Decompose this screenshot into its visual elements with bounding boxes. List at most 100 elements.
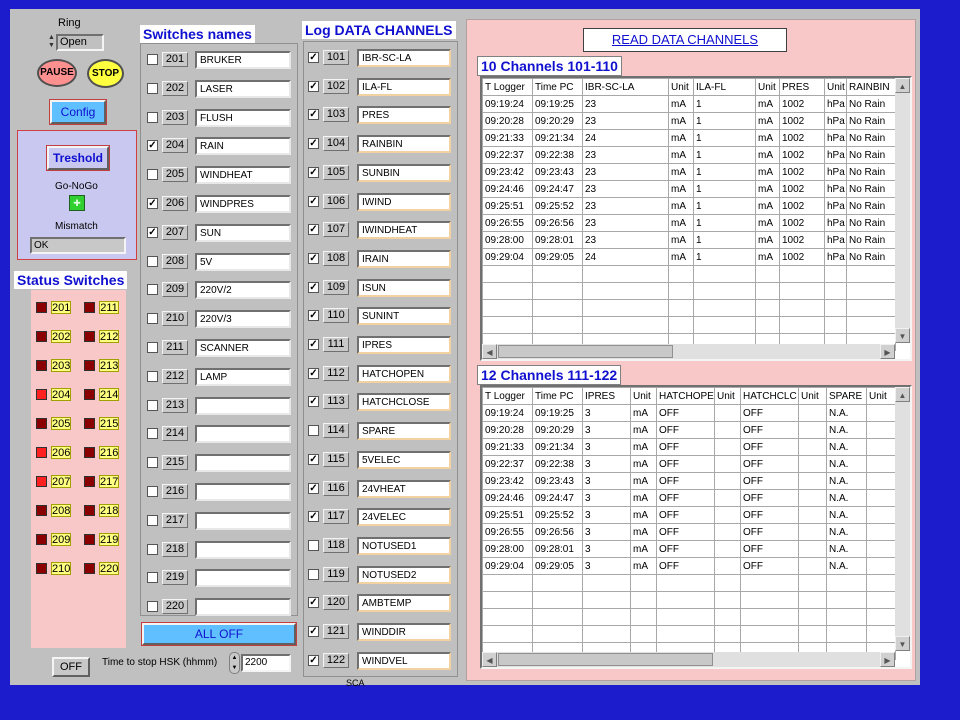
table-row[interactable]: 09:22:37 09:22:38 23 mA 1 mA 1002 hPa No Rain: [482, 146, 896, 164]
switch-checkbox-202[interactable]: [147, 82, 158, 94]
switch-name-input[interactable]: [195, 454, 291, 473]
switch-checkbox-219[interactable]: [147, 572, 158, 584]
switch-checkbox-207[interactable]: ✓: [147, 226, 158, 238]
table-row[interactable]: 09:26:55 09:26:56 23 mA 1 mA 1002 hPa No Rain: [482, 214, 896, 232]
channel-name-input[interactable]: WINDVEL: [357, 651, 451, 670]
channel-checkbox-115[interactable]: ✓: [308, 453, 319, 465]
switch-checkbox-209[interactable]: [147, 284, 158, 296]
all-off-button[interactable]: ALL OFF: [141, 622, 297, 646]
column-header[interactable]: T Logger: [482, 78, 533, 96]
table-row[interactable]: [482, 574, 896, 592]
switch-name-input[interactable]: WINDHEAT: [195, 166, 291, 185]
column-header[interactable]: Unit: [755, 78, 780, 96]
read-data-channels-button[interactable]: READ DATA CHANNELS: [583, 28, 787, 52]
channel-checkbox-109[interactable]: ✓: [308, 281, 319, 293]
column-header[interactable]: Unit: [798, 387, 827, 405]
switch-name-input[interactable]: LAMP: [195, 367, 291, 386]
switch-checkbox-220[interactable]: [147, 601, 158, 613]
switch-checkbox-208[interactable]: [147, 255, 158, 267]
time-stop-input[interactable]: 2200: [241, 654, 291, 672]
ring-stepper[interactable]: ▲ ▼: [47, 34, 56, 50]
channel-name-input[interactable]: HATCHOPEN: [357, 364, 451, 383]
table-row[interactable]: 09:21:33 09:21:34 3 mA OFF OFF N.A.: [482, 438, 896, 456]
config-button[interactable]: Config: [49, 99, 107, 125]
scroll-up-icon[interactable]: ▲: [895, 387, 910, 402]
switch-name-input[interactable]: RAIN: [195, 137, 291, 156]
channel-checkbox-114[interactable]: [308, 425, 319, 437]
switch-checkbox-212[interactable]: [147, 370, 158, 382]
table-row[interactable]: 09:19:24 09:19:25 23 mA 1 mA 1002 hPa No Rain: [482, 95, 896, 113]
channel-name-input[interactable]: SUNBIN: [357, 163, 451, 182]
channel-name-input[interactable]: 24VHEAT: [357, 479, 451, 498]
switch-name-input[interactable]: SUN: [195, 223, 291, 242]
channel-name-input[interactable]: AMBTEMP: [357, 594, 451, 613]
table-row[interactable]: 09:23:42 09:23:43 23 mA 1 mA 1002 hPa No Rain: [482, 163, 896, 181]
pause-button[interactable]: PAUSE: [37, 59, 77, 87]
table-row[interactable]: 09:26:55 09:26:56 3 mA OFF OFF N.A.: [482, 523, 896, 541]
switch-name-input[interactable]: WINDPRES: [195, 195, 291, 213]
switch-name-input[interactable]: [195, 598, 291, 617]
column-header[interactable]: Unit: [630, 387, 657, 405]
channel-name-input[interactable]: IWINDHEAT: [357, 221, 451, 240]
table-row[interactable]: [482, 265, 896, 283]
table-row[interactable]: 09:21:33 09:21:34 24 mA 1 mA 1002 hPa No Rain: [482, 129, 896, 147]
channel-name-input[interactable]: HATCHCLOSE: [357, 393, 451, 412]
channel-checkbox-102[interactable]: ✓: [308, 80, 319, 92]
switch-checkbox-218[interactable]: [147, 543, 158, 555]
switch-checkbox-210[interactable]: [147, 313, 158, 325]
table2-hscroll-thumb[interactable]: [498, 653, 713, 666]
table-row[interactable]: 09:20:28 09:20:29 23 mA 1 mA 1002 hPa No Rain: [482, 112, 896, 130]
channel-checkbox-108[interactable]: ✓: [308, 252, 319, 264]
table1-vscroll[interactable]: ▲ ▼: [895, 78, 910, 343]
channel-checkbox-113[interactable]: ✓: [308, 396, 319, 408]
table-row[interactable]: 09:25:51 09:25:52 23 mA 1 mA 1002 hPa No Rain: [482, 197, 896, 215]
column-header[interactable]: Unit: [714, 387, 741, 405]
table-row[interactable]: 09:20:28 09:20:29 3 mA OFF OFF N.A.: [482, 421, 896, 439]
switch-checkbox-217[interactable]: [147, 514, 158, 526]
switch-checkbox-213[interactable]: [147, 399, 158, 411]
channel-name-input[interactable]: IBR-SC-LA: [357, 49, 451, 67]
channel-name-input[interactable]: 24VELEC: [357, 508, 451, 527]
channel-checkbox-116[interactable]: ✓: [308, 482, 319, 494]
column-header[interactable]: PRES: [779, 78, 825, 96]
switch-checkbox-204[interactable]: ✓: [147, 140, 158, 152]
table-row[interactable]: [482, 316, 896, 334]
switch-name-input[interactable]: [195, 425, 291, 444]
switch-name-input[interactable]: [195, 483, 291, 501]
switch-name-input[interactable]: BRUKER: [195, 51, 291, 69]
table-row[interactable]: 09:29:04 09:29:05 24 mA 1 mA 1002 hPa No Rain: [482, 248, 896, 266]
channel-checkbox-104[interactable]: ✓: [308, 138, 319, 150]
column-header[interactable]: ILA-FL: [693, 78, 756, 96]
switch-name-input[interactable]: [195, 569, 291, 588]
column-header[interactable]: Time PC: [532, 78, 583, 96]
channel-checkbox-107[interactable]: ✓: [308, 224, 319, 236]
column-header[interactable]: SPARE: [826, 387, 867, 405]
table-row[interactable]: 09:28:00 09:28:01 3 mA OFF OFF N.A.: [482, 540, 896, 558]
switch-checkbox-205[interactable]: [147, 169, 158, 181]
switch-checkbox-216[interactable]: [147, 486, 158, 497]
channel-checkbox-105[interactable]: ✓: [308, 166, 319, 178]
channel-checkbox-121[interactable]: ✓: [308, 626, 319, 637]
column-header[interactable]: Unit: [668, 78, 694, 96]
channel-checkbox-117[interactable]: ✓: [308, 511, 319, 523]
channel-name-input[interactable]: ILA-FL: [357, 77, 451, 96]
channel-checkbox-110[interactable]: ✓: [308, 310, 319, 322]
channel-name-input[interactable]: RAINBIN: [357, 135, 451, 154]
column-header[interactable]: HATCHOPE: [656, 387, 715, 405]
table1-hscroll-thumb[interactable]: [498, 345, 673, 358]
column-header[interactable]: RAINBIN: [846, 78, 896, 96]
channel-name-input[interactable]: IPRES: [357, 336, 451, 354]
table-row[interactable]: [482, 282, 896, 300]
scroll-right-icon[interactable]: ▶: [880, 344, 895, 359]
column-header[interactable]: Unit: [824, 78, 847, 96]
column-header[interactable]: Time PC: [532, 387, 583, 405]
time-stop-stepper[interactable]: ▲ ▼: [229, 652, 240, 674]
channel-checkbox-112[interactable]: ✓: [308, 367, 319, 379]
channel-name-input[interactable]: SPARE: [357, 422, 451, 441]
switch-checkbox-203[interactable]: [147, 111, 158, 123]
switch-checkbox-215[interactable]: [147, 457, 158, 469]
scroll-left-icon[interactable]: ◀: [482, 344, 497, 359]
channel-checkbox-106[interactable]: ✓: [308, 195, 319, 207]
switch-name-input[interactable]: SCANNER: [195, 339, 291, 357]
table-row[interactable]: 09:28:00 09:28:01 23 mA 1 mA 1002 hPa No Rain: [482, 231, 896, 249]
